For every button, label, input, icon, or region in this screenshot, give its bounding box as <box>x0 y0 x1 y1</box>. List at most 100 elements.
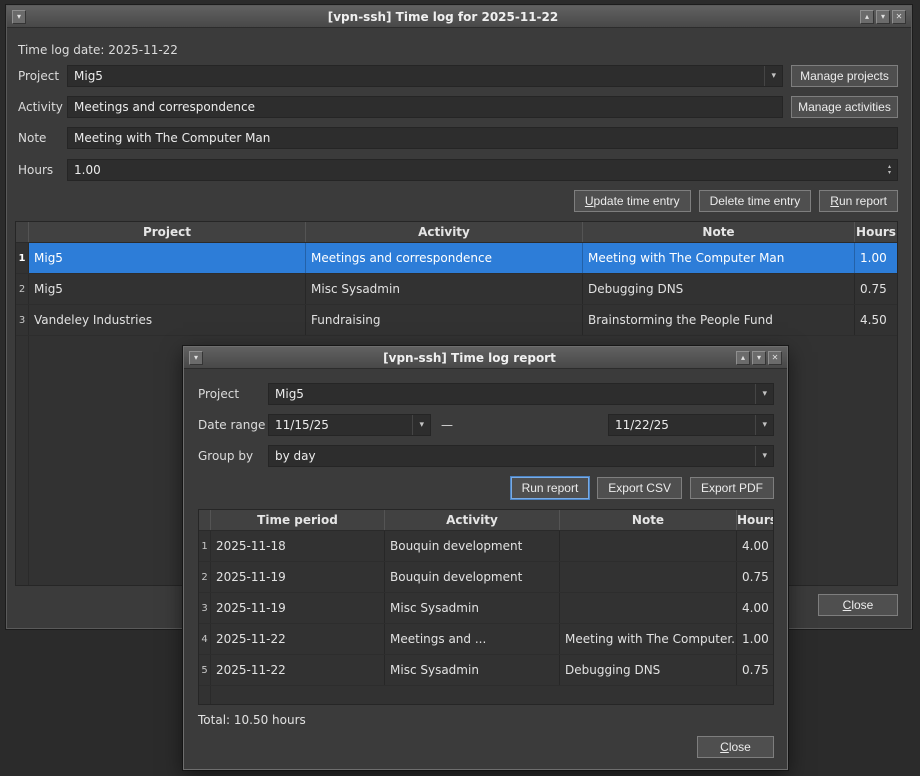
row-number: 2 <box>16 274 29 304</box>
table-row[interactable]: 1 Mig5 Meetings and correspondence Meeti… <box>16 243 897 274</box>
table-row[interactable]: 5 2025-11-22 Misc Sysadmin Debugging DNS… <box>199 655 773 686</box>
cell-hours: 1.00 <box>855 243 897 273</box>
update-time-entry-button[interactable]: Update time entry <box>574 190 691 212</box>
cell-activity: Bouquin development <box>385 531 560 561</box>
project-label: Project <box>18 65 59 87</box>
cell-activity: Misc Sysadmin <box>306 274 583 304</box>
main-close-button[interactable]: Close <box>818 594 898 616</box>
table-row[interactable]: 3 2025-11-19 Misc Sysadmin 4.00 <box>199 593 773 624</box>
delete-time-entry-button[interactable]: Delete time entry <box>699 190 812 212</box>
main-window-title: [vpn-ssh] Time log for 2025-11-22 <box>27 10 859 24</box>
cell-note: Brainstorming the People Fund <box>583 305 855 335</box>
note-input[interactable]: Meeting with The Computer Man <box>67 127 898 149</box>
header-hours[interactable]: Hours <box>737 510 773 530</box>
header-project[interactable]: Project <box>29 222 306 242</box>
hours-input[interactable]: 1.00 ▴ ▾ <box>67 159 898 181</box>
row-number: 5 <box>199 655 211 685</box>
cell-time-period: 2025-11-19 <box>211 593 385 623</box>
report-close-button[interactable]: Close <box>697 736 774 758</box>
header-note[interactable]: Note <box>560 510 737 530</box>
report-titlebar[interactable]: ▾ [vpn-ssh] Time log report ▴ ▾ ✕ <box>184 347 787 369</box>
activity-input-value: Meetings and correspondence <box>74 100 255 114</box>
cell-hours: 0.75 <box>855 274 897 304</box>
manage-projects-button[interactable]: Manage projects <box>791 65 898 87</box>
header-hours[interactable]: Hours <box>855 222 897 242</box>
window-menu-icon[interactable]: ▾ <box>189 351 203 365</box>
cell-note: Meeting with The Computer Man <box>583 243 855 273</box>
window-menu-icon[interactable]: ▾ <box>12 10 26 24</box>
cell-time-period: 2025-11-22 <box>211 624 385 654</box>
table-row[interactable]: 2 Mig5 Misc Sysadmin Debugging DNS 0.75 <box>16 274 897 305</box>
cell-activity: Fundraising <box>306 305 583 335</box>
group-by-value: by day <box>275 449 316 463</box>
time-log-table-header: Project Activity Note Hours <box>16 222 897 243</box>
project-select-value: Mig5 <box>74 69 103 83</box>
activity-label: Activity <box>18 96 63 118</box>
spin-down-icon[interactable]: ▾ <box>888 170 891 176</box>
header-activity[interactable]: Activity <box>385 510 560 530</box>
date-to-select[interactable]: 11/22/25 ▾ <box>608 414 774 436</box>
header-note[interactable]: Note <box>583 222 855 242</box>
cell-project: Mig5 <box>29 274 306 304</box>
row-number: 1 <box>199 531 211 561</box>
row-number: 3 <box>199 593 211 623</box>
manage-activities-button[interactable]: Manage activities <box>791 96 898 118</box>
cell-activity: Misc Sysadmin <box>385 655 560 685</box>
date-from-select[interactable]: 11/15/25 ▾ <box>268 414 431 436</box>
report-project-label: Project <box>198 383 239 405</box>
cell-hours: 0.75 <box>737 655 773 685</box>
header-activity[interactable]: Activity <box>306 222 583 242</box>
main-titlebar[interactable]: ▾ [vpn-ssh] Time log for 2025-11-22 ▴ ▾ … <box>7 6 911 28</box>
report-project-value: Mig5 <box>275 387 304 401</box>
cell-time-period: 2025-11-18 <box>211 531 385 561</box>
date-from-value: 11/15/25 <box>275 418 329 432</box>
export-pdf-button[interactable]: Export PDF <box>690 477 774 499</box>
maximize-icon[interactable]: ▴ <box>860 10 874 24</box>
row-number: 1 <box>16 243 29 273</box>
cell-activity: Misc Sysadmin <box>385 593 560 623</box>
report-run-report-button[interactable]: Run report <box>511 477 590 499</box>
total-hours-label: Total: 10.50 hours <box>198 713 306 727</box>
activity-input[interactable]: Meetings and correspondence <box>67 96 783 118</box>
table-row[interactable]: 2 2025-11-19 Bouquin development 0.75 <box>199 562 773 593</box>
header-row-number <box>16 222 29 242</box>
report-table-header: Time period Activity Note Hours <box>199 510 773 531</box>
cell-time-period: 2025-11-22 <box>211 655 385 685</box>
project-select[interactable]: Mig5 ▾ <box>67 65 783 87</box>
cell-note <box>560 593 737 623</box>
export-csv-button[interactable]: Export CSV <box>597 477 682 499</box>
row-number: 2 <box>199 562 211 592</box>
close-icon[interactable]: ✕ <box>892 10 906 24</box>
date-range-label: Date range <box>198 414 265 436</box>
cell-note <box>560 562 737 592</box>
header-row-number <box>199 510 211 530</box>
table-row[interactable]: 1 2025-11-18 Bouquin development 4.00 <box>199 531 773 562</box>
cell-time-period: 2025-11-19 <box>211 562 385 592</box>
hours-label: Hours <box>18 159 53 181</box>
close-icon[interactable]: ✕ <box>768 351 782 365</box>
report-window: ▾ [vpn-ssh] Time log report ▴ ▾ ✕ Projec… <box>183 346 788 770</box>
cell-note: Meeting with The Computer... <box>560 624 737 654</box>
table-row[interactable]: 3 Vandeley Industries Fundraising Brains… <box>16 305 897 336</box>
cell-hours: 1.00 <box>737 624 773 654</box>
chevron-down-icon: ▾ <box>764 66 776 86</box>
hours-input-value: 1.00 <box>74 163 101 177</box>
table-row[interactable]: 4 2025-11-22 Meetings and ... Meeting wi… <box>199 624 773 655</box>
header-time-period[interactable]: Time period <box>211 510 385 530</box>
row-number: 4 <box>199 624 211 654</box>
table-empty-area <box>199 686 773 704</box>
row-number-gutter <box>16 336 29 585</box>
note-input-value: Meeting with The Computer Man <box>74 131 270 145</box>
minimize-icon[interactable]: ▾ <box>876 10 890 24</box>
run-report-button[interactable]: Run report <box>819 190 898 212</box>
report-table: Time period Activity Note Hours 1 2025-1… <box>198 509 774 705</box>
maximize-icon[interactable]: ▴ <box>736 351 750 365</box>
report-project-select[interactable]: Mig5 ▾ <box>268 383 774 405</box>
group-by-select[interactable]: by day ▾ <box>268 445 774 467</box>
minimize-icon[interactable]: ▾ <box>752 351 766 365</box>
cell-note <box>560 531 737 561</box>
row-number: 3 <box>16 305 29 335</box>
hours-stepper[interactable]: ▴ ▾ <box>888 164 891 176</box>
cell-project: Vandeley Industries <box>29 305 306 335</box>
cell-project: Mig5 <box>29 243 306 273</box>
